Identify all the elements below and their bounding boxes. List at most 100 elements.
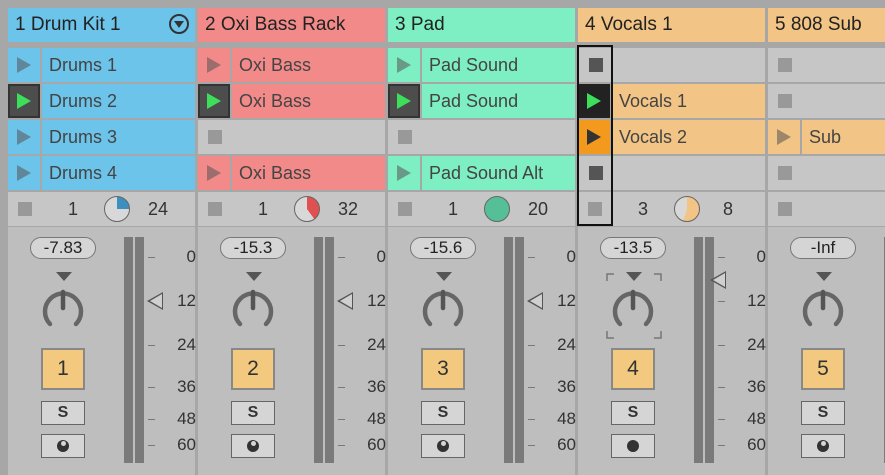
- clip-launch-button[interactable]: [8, 48, 40, 82]
- clip-slot-empty[interactable]: [578, 48, 765, 82]
- clip-launch-button[interactable]: [578, 120, 610, 154]
- play-icon: [207, 93, 221, 109]
- clip-launch-button[interactable]: [198, 48, 230, 82]
- track-column: 4 Vocals 1 Vocals 1 Vocals 2 3 8 -13.5 0 12 24 36…: [578, 8, 768, 475]
- track-activator-button[interactable]: 3: [421, 348, 465, 390]
- stop-button-icon[interactable]: [778, 166, 792, 180]
- clip-slot[interactable]: Drums 2: [8, 84, 195, 118]
- meter-tick: 60: [148, 435, 198, 455]
- clip-slot[interactable]: Drums 1: [8, 48, 195, 82]
- play-icon: [397, 57, 411, 73]
- clip-slot[interactable]: Oxi Bass: [198, 84, 385, 118]
- volume-fader-handle-icon[interactable]: [527, 292, 543, 310]
- stop-button-icon[interactable]: [778, 58, 792, 72]
- pan-knob[interactable]: [606, 273, 662, 339]
- clip-slot[interactable]: Vocals 1: [578, 84, 765, 118]
- volume-readout[interactable]: -7.83: [30, 237, 96, 259]
- clip-slot-empty[interactable]: [768, 48, 885, 82]
- solo-button[interactable]: S: [801, 401, 845, 425]
- pan-knob[interactable]: [228, 284, 278, 334]
- solo-button[interactable]: S: [421, 401, 465, 425]
- stop-button-icon[interactable]: [589, 58, 603, 72]
- fold-chevron-icon[interactable]: [169, 14, 189, 34]
- clip-launch-button[interactable]: [388, 84, 420, 118]
- track-header[interactable]: 3 Pad: [388, 8, 575, 42]
- clip-launch-button[interactable]: [768, 120, 800, 154]
- stop-all-square-icon[interactable]: [588, 202, 602, 216]
- tick-dash: [148, 419, 155, 420]
- pan-knob[interactable]: [38, 284, 88, 334]
- track-header[interactable]: 1 Drum Kit 1: [8, 8, 195, 42]
- meter-tick: 60: [718, 435, 768, 455]
- solo-button[interactable]: S: [611, 401, 655, 425]
- clip-launch-button[interactable]: [8, 84, 40, 118]
- monitor-button[interactable]: [41, 434, 85, 458]
- track-column: 2 Oxi Bass Rack Oxi Bass Oxi Bass Oxi Bass 1…: [198, 8, 388, 475]
- volume-fader-handle-icon[interactable]: [710, 271, 726, 289]
- stop-all-square-icon[interactable]: [18, 202, 32, 216]
- clip-slot-empty[interactable]: [198, 120, 385, 154]
- monitor-button[interactable]: [421, 434, 465, 458]
- clip-slot[interactable]: Pad Sound: [388, 48, 575, 82]
- volume-readout[interactable]: -Inf: [790, 237, 856, 259]
- track-activator-button[interactable]: 5: [801, 348, 845, 390]
- clip-slot[interactable]: Sub: [768, 120, 885, 154]
- stop-button-icon[interactable]: [208, 130, 222, 144]
- solo-button[interactable]: S: [41, 401, 85, 425]
- clip-status-row: 1 32: [198, 192, 385, 226]
- clip-name: Pad Sound: [422, 48, 575, 82]
- clip-launch-button[interactable]: [8, 120, 40, 154]
- clip-launch-button[interactable]: [198, 156, 230, 190]
- volume-fader-handle-icon[interactable]: [147, 292, 163, 310]
- clip-launch-button[interactable]: [388, 156, 420, 190]
- clip-launch-button[interactable]: [198, 84, 230, 118]
- stop-all-square-icon[interactable]: [208, 202, 222, 216]
- monitor-button[interactable]: [231, 434, 275, 458]
- track-activator-button[interactable]: 1: [41, 348, 85, 390]
- volume-readout[interactable]: -13.5: [600, 237, 666, 259]
- pan-knob[interactable]: [418, 284, 468, 334]
- clip-launch-button[interactable]: [388, 48, 420, 82]
- clip-slot[interactable]: Vocals 2: [578, 120, 765, 154]
- volume-readout[interactable]: -15.6: [410, 237, 476, 259]
- clip-slot[interactable]: Pad Sound: [388, 84, 575, 118]
- level-meter-right: [515, 237, 524, 463]
- clip-slot-empty[interactable]: [388, 120, 575, 154]
- volume-fader-handle-icon[interactable]: [337, 292, 353, 310]
- track-activator-button[interactable]: 2: [231, 348, 275, 390]
- tick-label: 36: [747, 377, 766, 396]
- meter-tick: 60: [338, 435, 388, 455]
- clip-slot[interactable]: Pad Sound Alt: [388, 156, 575, 190]
- track-name: 5 808 Sub: [775, 14, 862, 35]
- stop-all-square-icon[interactable]: [778, 202, 792, 216]
- solo-button[interactable]: S: [231, 401, 275, 425]
- stop-button-icon[interactable]: [778, 94, 792, 108]
- clip-slot[interactable]: Oxi Bass: [198, 156, 385, 190]
- track-activator-button[interactable]: 4: [611, 348, 655, 390]
- track-header[interactable]: 2 Oxi Bass Rack: [198, 8, 385, 42]
- track-header[interactable]: 5 808 Sub: [768, 8, 885, 42]
- volume-readout[interactable]: -15.3: [220, 237, 286, 259]
- clip-launch-button[interactable]: [578, 84, 610, 118]
- clip-slot[interactable]: Drums 4: [8, 156, 195, 190]
- stop-button-icon[interactable]: [589, 166, 603, 180]
- track-column: 5 808 Sub Sub -Inf 5 S: [768, 8, 885, 475]
- clip-slot-empty[interactable]: [768, 156, 885, 190]
- tick-dash: [148, 445, 155, 446]
- status-value-right: 20: [527, 199, 549, 219]
- monitor-button[interactable]: [801, 434, 845, 458]
- clip-launch-button[interactable]: [8, 156, 40, 190]
- stop-button-icon[interactable]: [398, 130, 412, 144]
- clip-slot-empty[interactable]: [768, 84, 885, 118]
- stop-all-square-icon[interactable]: [398, 202, 412, 216]
- clip-slot[interactable]: Drums 3: [8, 120, 195, 154]
- tick-dash: [528, 445, 535, 446]
- clip-slot-empty[interactable]: [578, 156, 765, 190]
- record-arm-button[interactable]: [611, 434, 655, 458]
- pan-knob[interactable]: [798, 284, 848, 334]
- tick-dash: [148, 257, 155, 258]
- clip-slot[interactable]: Oxi Bass: [198, 48, 385, 82]
- track-header[interactable]: 4 Vocals 1: [578, 8, 765, 42]
- tick-label: 12: [557, 291, 576, 310]
- meter-tick: 48: [148, 409, 198, 429]
